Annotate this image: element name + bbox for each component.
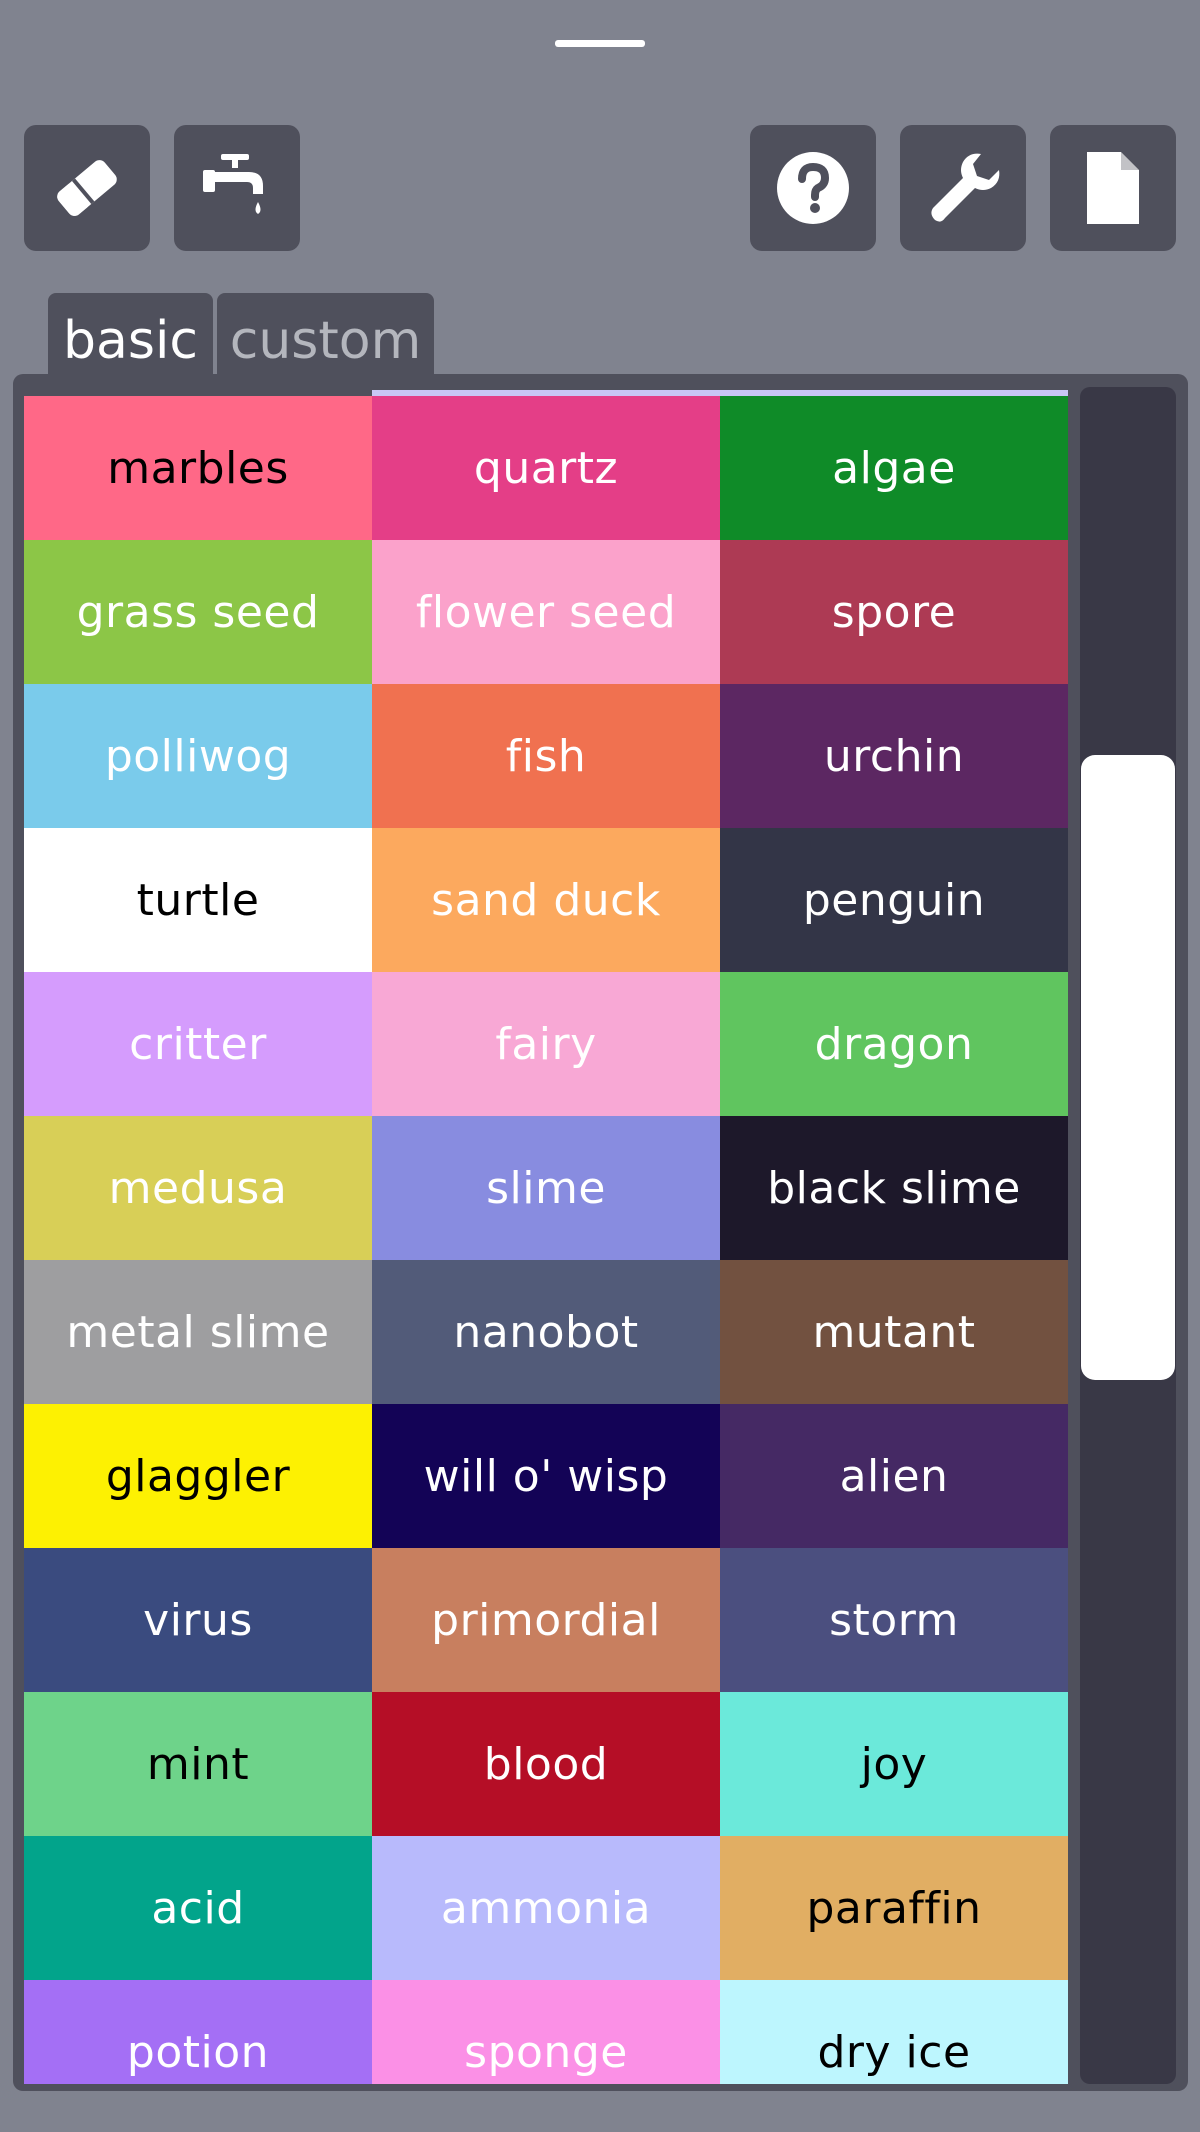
element-button-alien[interactable]: alien [720,1404,1068,1548]
wrench-icon [931,153,1000,222]
element-grid: marbles quartz algae grass seed flower seed s… [24,390,1068,2084]
eraser-icon [57,160,117,216]
element-button-acid[interactable]: acid [24,1836,372,1980]
element-button-joy[interactable]: joy [720,1692,1068,1836]
element-button-algae[interactable]: algae [720,396,1068,540]
element-button-mutant[interactable]: mutant [720,1260,1068,1404]
element-button-spore[interactable]: spore [720,540,1068,684]
element-button-quartz[interactable]: quartz [372,396,720,540]
file-icon [1087,152,1139,224]
element-button-polliwog[interactable]: polliwog [24,684,372,828]
scrollbar-thumb[interactable] [1081,755,1175,1380]
element-button-penguin[interactable]: penguin [720,828,1068,972]
eraser-button[interactable] [24,125,150,251]
element-button-flower-seed[interactable]: flower seed [372,540,720,684]
element-button-metal-slime[interactable]: metal slime [24,1260,372,1404]
element-button-grass-seed[interactable]: grass seed [24,540,372,684]
file-button[interactable] [1050,125,1176,251]
element-button-critter[interactable]: critter [24,972,372,1116]
grid-top-strip [372,390,1068,396]
drag-handle[interactable] [555,40,645,47]
help-button[interactable] [750,125,876,251]
element-button-ammonia[interactable]: ammonia [372,1836,720,1980]
element-button-sponge[interactable]: sponge [372,1980,720,2084]
element-button-storm[interactable]: storm [720,1548,1068,1692]
element-button-sand-duck[interactable]: sand duck [372,828,720,972]
element-button-slime[interactable]: slime [372,1116,720,1260]
faucet-button[interactable] [174,125,300,251]
element-button-primordial[interactable]: primordial [372,1548,720,1692]
element-button-turtle[interactable]: turtle [24,828,372,972]
element-button-glaggler[interactable]: glaggler [24,1404,372,1548]
element-button-virus[interactable]: virus [24,1548,372,1692]
element-button-blood[interactable]: blood [372,1692,720,1836]
tab-basic[interactable]: basic [48,293,213,388]
help-icon [777,152,849,224]
faucet-icon [203,154,263,214]
element-button-marbles[interactable]: marbles [24,396,372,540]
element-button-mint[interactable]: mint [24,1692,372,1836]
element-button-will-o-wisp[interactable]: will o' wisp [372,1404,720,1548]
element-button-dragon[interactable]: dragon [720,972,1068,1116]
element-button-paraffin[interactable]: paraffin [720,1836,1068,1980]
element-button-urchin[interactable]: urchin [720,684,1068,828]
settings-button[interactable] [900,125,1026,251]
element-button-potion[interactable]: potion [24,1980,372,2084]
element-button-fish[interactable]: fish [372,684,720,828]
element-button-fairy[interactable]: fairy [372,972,720,1116]
tab-custom[interactable]: custom [217,293,434,388]
element-button-medusa[interactable]: medusa [24,1116,372,1260]
element-button-black-slime[interactable]: black slime [720,1116,1068,1260]
element-button-nanobot[interactable]: nanobot [372,1260,720,1404]
element-button-dry-ice[interactable]: dry ice [720,1980,1068,2084]
